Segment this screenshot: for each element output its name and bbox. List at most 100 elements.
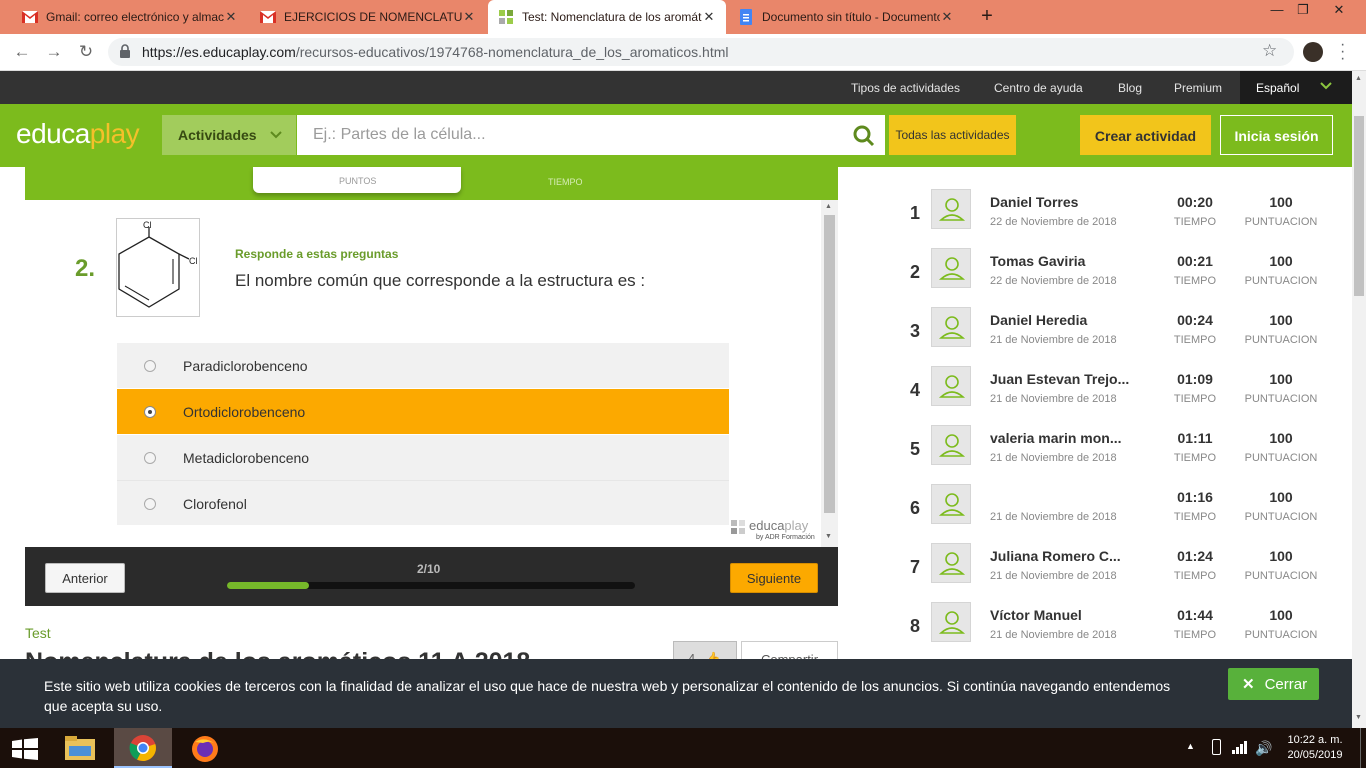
ranking-points: 100 [1269, 430, 1293, 446]
nav-centro-ayuda[interactable]: Centro de ayuda [994, 81, 1083, 95]
chlorine-label: Cl [143, 220, 152, 230]
login-button[interactable]: Inicia sesión [1220, 115, 1333, 155]
radio-button[interactable] [144, 452, 156, 464]
taskbar-clock[interactable]: 10:22 a. m. 20/05/2019 [1280, 733, 1350, 763]
language-selector[interactable]: Español [1240, 71, 1352, 104]
educaplay-logo[interactable]: educaplay [16, 118, 140, 150]
forward-icon[interactable]: → [44, 42, 64, 62]
ranking-position: 6 [909, 498, 920, 518]
ranking-points: 100 [1269, 312, 1293, 328]
scroll-up-icon[interactable]: ▲ [825, 203, 832, 210]
new-tab-button[interactable]: + [976, 5, 998, 27]
cookie-text: Este sitio web utiliza cookies de tercer… [44, 678, 1171, 714]
show-desktop-button[interactable] [1360, 728, 1366, 768]
ranking-row: 2 Tomas Gaviria 22 de Noviembre de 2018 00:… [900, 248, 1340, 307]
user-avatar-icon [931, 189, 971, 229]
all-activities-button[interactable]: Todas las actividades [889, 115, 1016, 155]
ranking-points: 100 [1269, 548, 1293, 564]
tab-gmail[interactable]: Gmail: correo electrónico y almacenamien… [12, 0, 248, 34]
tab-title: Gmail: correo electrónico y almacenamien… [46, 10, 224, 24]
tab-title: Test: Nomenclatura de los aromáticos [522, 10, 702, 24]
minimize-icon[interactable]: — [1264, 2, 1290, 18]
ranking-position: 7 [909, 557, 920, 577]
maximize-icon[interactable]: ❐ [1290, 2, 1316, 18]
user-avatar-icon [931, 484, 971, 524]
chrome-taskbar-button[interactable] [114, 728, 172, 768]
ranking-user-name: Daniel Torres [990, 194, 1079, 210]
answer-option[interactable]: Metadiclorobenceno [117, 435, 729, 480]
gmail-icon [22, 9, 38, 25]
logo-part-a: educa [16, 118, 90, 149]
close-icon[interactable]: ✕ [462, 9, 476, 25]
ranking-user-name: Tomas Gaviria [990, 253, 1086, 269]
answer-option-selected[interactable]: Ortodiclorobenceno [117, 389, 729, 434]
scroll-up-icon[interactable]: ▲ [1355, 75, 1362, 82]
star-icon[interactable]: ☆ [1262, 41, 1277, 61]
radio-button[interactable] [144, 360, 156, 372]
nav-blog[interactable]: Blog [1118, 81, 1142, 95]
file-explorer-icon[interactable] [64, 734, 96, 762]
game-footer: Anterior 2/10 Siguiente [25, 547, 838, 606]
nav-premium[interactable]: Premium [1174, 81, 1222, 95]
ranking-date: 21 de Noviembre de 2018 [990, 629, 1117, 641]
ranking-time: 01:24 [1177, 548, 1213, 564]
ranking-time-label: TIEMPO [1173, 452, 1217, 464]
scroll-down-icon[interactable]: ▼ [1355, 714, 1362, 721]
ranking-user-name: Juliana Romero C... [990, 548, 1121, 564]
tab-title: EJERCICIOS DE NOMENCLATURA [284, 10, 462, 24]
ranking-points-label: PUNTUACION [1244, 511, 1318, 523]
ranking-time: 01:09 [1177, 371, 1213, 387]
ranking-row: 3 Daniel Heredia 21 de Noviembre de 2018 00… [900, 307, 1340, 366]
profile-avatar[interactable] [1303, 42, 1323, 62]
create-activity-button[interactable]: Crear actividad [1080, 115, 1211, 155]
close-icon[interactable]: ✕ [224, 9, 238, 25]
scrollbar-thumb[interactable] [824, 215, 835, 513]
answer-option[interactable]: Paradiclorobenceno [117, 343, 729, 388]
watermark-part-a: educa [749, 518, 785, 533]
ranking-time: 00:20 [1177, 194, 1213, 210]
tab-documento[interactable]: Documento sin título - Documentos ✕ [728, 0, 964, 34]
firefox-icon[interactable] [190, 734, 220, 764]
chevron-down-icon [270, 131, 282, 139]
tab-test-nomenclatura[interactable]: Test: Nomenclatura de los aromáticos ✕ [488, 0, 726, 34]
previous-button[interactable]: Anterior [45, 563, 125, 593]
ranking-position: 3 [909, 321, 920, 341]
activities-label: Actividades [178, 127, 257, 143]
ranking-points-label: PUNTUACION [1244, 393, 1318, 405]
answer-option[interactable]: Clorofenol [117, 480, 729, 525]
battery-icon[interactable] [1212, 739, 1221, 755]
radio-button[interactable] [144, 406, 156, 418]
page-scrollbar[interactable]: ▲ ▼ [1352, 71, 1366, 728]
windows-start-icon[interactable] [12, 738, 38, 760]
window-close-icon[interactable]: ✕ [1326, 2, 1352, 18]
ranking-time-label: TIEMPO [1173, 334, 1217, 346]
ranking-points-label: PUNTUACION [1244, 629, 1318, 641]
back-icon[interactable]: ← [12, 42, 32, 62]
network-icon[interactable] [1232, 740, 1248, 759]
close-cookie-button[interactable]: ✕ Cerrar [1228, 668, 1319, 700]
volume-icon[interactable]: 🔊 [1255, 740, 1272, 757]
quiz-scrollbar[interactable]: ▲ ▼ [821, 200, 838, 547]
gmail-icon [260, 9, 276, 25]
activities-dropdown[interactable]: Actividades [162, 115, 296, 155]
ranking-date: 22 de Noviembre de 2018 [990, 216, 1117, 228]
points-label: PUNTOS [339, 176, 377, 186]
tray-chevron-icon[interactable]: ▲ [1186, 741, 1195, 751]
scrollbar-thumb[interactable] [1354, 116, 1364, 296]
nav-tipos-actividades[interactable]: Tipos de actividades [851, 81, 960, 95]
tab-ejercicios[interactable]: EJERCICIOS DE NOMENCLATURA ✕ [250, 0, 486, 34]
close-icon[interactable]: ✕ [940, 9, 954, 25]
search-input[interactable]: Ej.: Partes de la célula... [297, 115, 885, 155]
menu-dots-icon[interactable]: · · · [1340, 37, 1345, 67]
reload-icon[interactable]: ↻ [76, 42, 96, 62]
next-button[interactable]: Siguiente [730, 563, 818, 593]
search-icon[interactable] [852, 124, 876, 148]
site-header: educaplay Actividades Ej.: Partes de la … [0, 104, 1352, 167]
url-domain: https://es.educaplay.com [142, 44, 296, 60]
option-label: Ortodiclorobenceno [183, 404, 306, 420]
close-icon[interactable]: ✕ [702, 9, 716, 25]
radio-button[interactable] [144, 498, 156, 510]
ranking-points: 100 [1269, 607, 1293, 623]
close-label: Cerrar [1264, 676, 1308, 693]
scroll-down-icon[interactable]: ▼ [825, 533, 832, 540]
